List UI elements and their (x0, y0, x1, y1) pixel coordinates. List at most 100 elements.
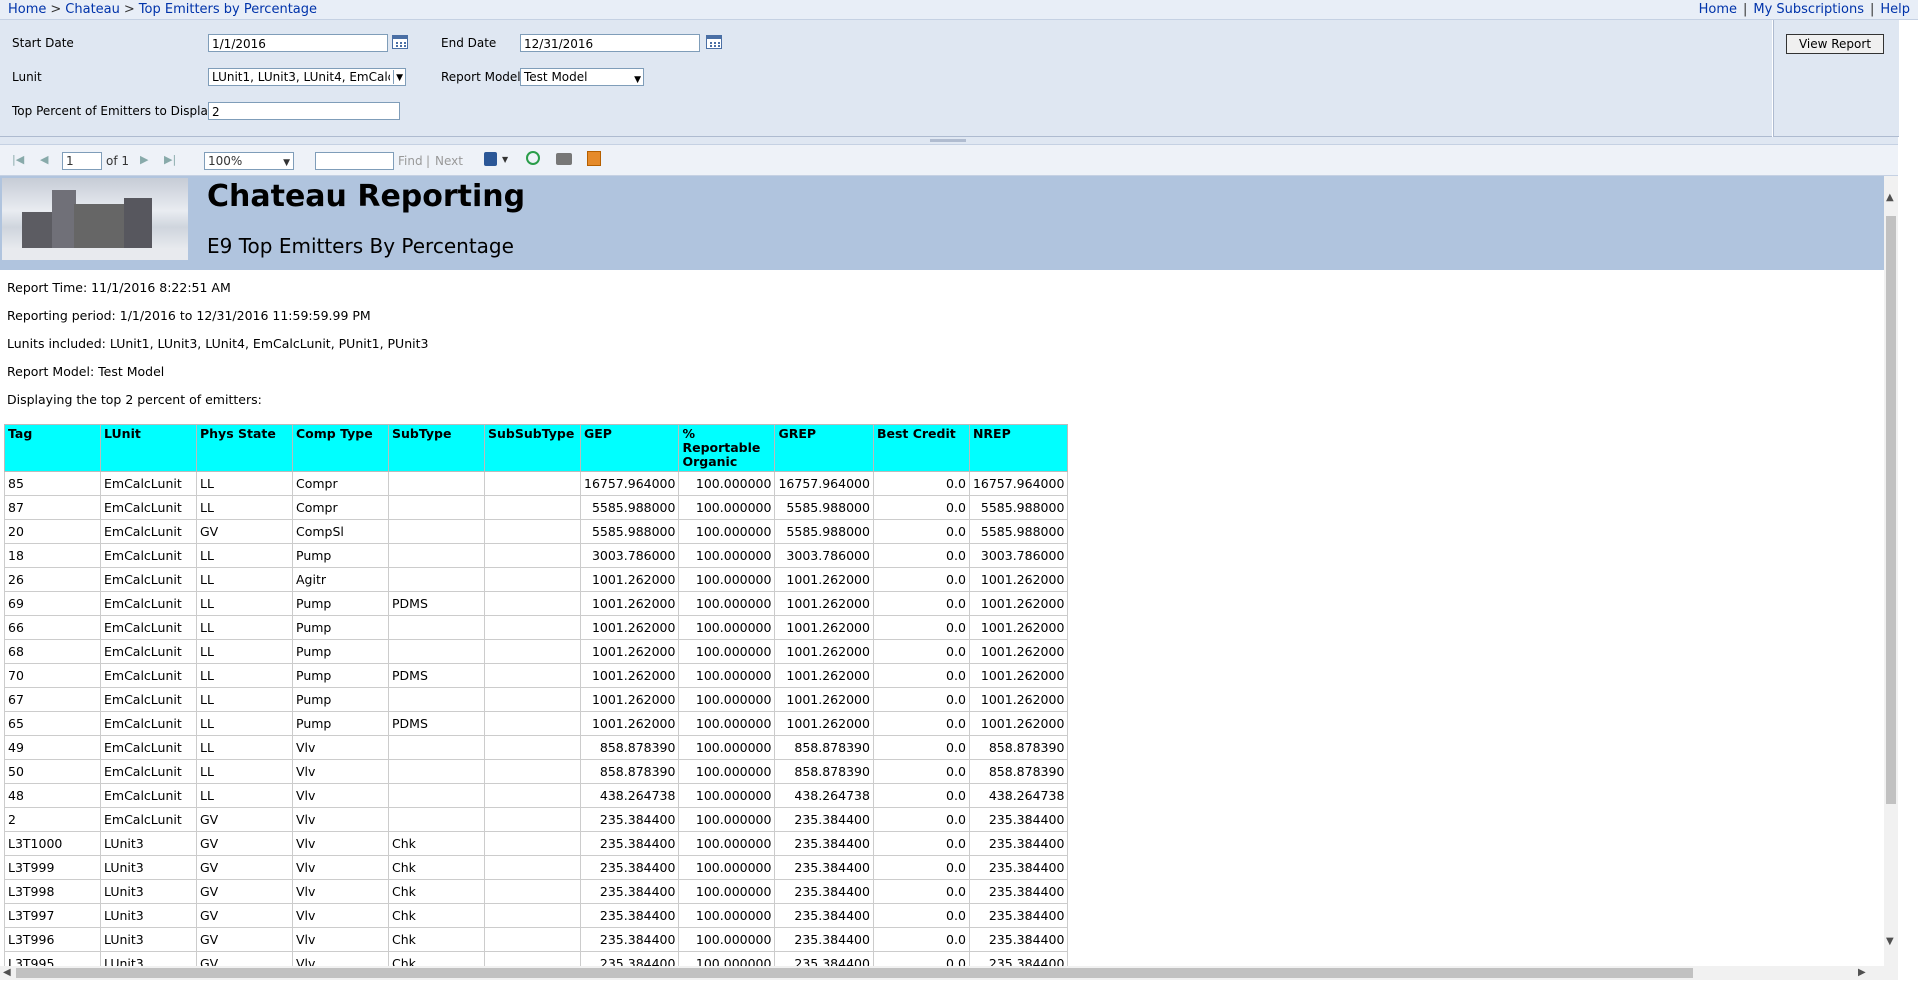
scroll-right-icon[interactable]: ▶ (1858, 967, 1866, 978)
table-cell: L3T996 (4, 927, 101, 952)
view-report-button[interactable]: View Report (1786, 34, 1884, 54)
scroll-left-icon[interactable]: ◀ (3, 967, 11, 978)
scroll-up-icon[interactable]: ▲ (1886, 192, 1894, 203)
report-viewer: Chateau Reporting E9 Top Emitters By Per… (0, 176, 1884, 966)
page-number-input[interactable]: 1 (62, 152, 102, 170)
table-cell: 100.000000 (678, 759, 776, 784)
lunit-label: Lunit (12, 70, 42, 84)
table-cell (484, 591, 581, 616)
table-cell: 235.384400 (579, 927, 680, 952)
table-cell: GV (196, 855, 293, 880)
table-cell: GV (196, 831, 293, 856)
top-percent-input[interactable]: 2 (208, 102, 400, 120)
report-model-select[interactable]: Test Model ▼ (520, 68, 644, 86)
splitter-grip[interactable] (930, 139, 966, 142)
table-cell: 235.384400 (579, 855, 680, 880)
table-cell: LL (196, 471, 293, 496)
table-cell: 100.000000 (678, 495, 776, 520)
table-body: 85 EmCalcLunit LL Compr 16757.964000 100.0000… (4, 471, 1069, 966)
start-date-input[interactable]: 1/1/2016 (208, 34, 388, 52)
table-cell: 0.0 (872, 927, 970, 952)
table-cell: 1001.262000 (579, 567, 680, 592)
table-cell: 2 (4, 807, 101, 832)
lunit-multiselect[interactable]: LUnit1, LUnit3, LUnit4, EmCalcLunit ▼ (208, 68, 406, 86)
table-cell: 0.0 (872, 711, 970, 736)
table-cell (484, 855, 581, 880)
table-row: 66 EmCalcLunit LL Pump 1001.262000 100.000000… (4, 615, 1069, 640)
find-link[interactable]: Find (398, 154, 423, 168)
table-cell: 438.264738 (968, 783, 1069, 808)
help-link[interactable]: Help (1880, 2, 1910, 17)
table-row: 18 EmCalcLunit LL Pump 3003.786000 100.000000… (4, 543, 1069, 568)
export-icon[interactable] (484, 152, 497, 166)
table-cell: L3T1000 (4, 831, 101, 856)
table-cell: 0.0 (872, 567, 970, 592)
chevron-down-icon[interactable]: ▼ (393, 70, 403, 84)
table-cell: L3T999 (4, 855, 101, 880)
column-header: Best Credit (872, 424, 970, 472)
find-input[interactable] (315, 152, 394, 170)
report-toolbar: |◀ ◀ 1 of 1 ▶ ▶| 100% ▼ Find | Next ▼ (0, 145, 1898, 176)
horizontal-scrollbar[interactable]: ◀ ▶ (0, 966, 1898, 980)
home-link[interactable]: Home (1699, 2, 1737, 17)
table-row: 26 EmCalcLunit LL Agitr 1001.262000 100.00000… (4, 567, 1069, 592)
zoom-select[interactable]: 100% ▼ (204, 152, 294, 170)
table-cell (484, 927, 581, 952)
chateau-logo-image (2, 178, 188, 260)
table-cell: 100.000000 (678, 567, 776, 592)
start-date-calendar-icon[interactable] (392, 35, 408, 49)
chevron-down-icon[interactable]: ▼ (502, 155, 508, 164)
vertical-scrollbar[interactable]: ▲ ▼ (1884, 176, 1898, 966)
end-date-label: End Date (441, 36, 497, 50)
table-cell: 100.000000 (678, 927, 776, 952)
end-date-input[interactable]: 12/31/2016 (520, 34, 700, 52)
table-cell: 0.0 (872, 759, 970, 784)
table-cell: LL (196, 591, 293, 616)
table-cell: GV (196, 951, 293, 966)
refresh-icon[interactable] (526, 151, 540, 165)
vertical-scroll-thumb[interactable] (1886, 216, 1896, 804)
next-page-icon[interactable]: ▶ (140, 153, 148, 166)
table-cell: Vlv (292, 783, 389, 808)
parameter-panel: Start Date 1/1/2016 End Date 12/31/2016 … (0, 20, 1772, 137)
table-cell: 0.0 (872, 591, 970, 616)
last-page-icon[interactable]: ▶| (164, 153, 176, 166)
column-header: NREP (968, 424, 1069, 472)
table-cell (388, 735, 485, 760)
table-cell (484, 783, 581, 808)
table-cell: CompSl (292, 519, 389, 544)
column-header: SubType (388, 424, 485, 472)
column-header: GREP (774, 424, 874, 472)
table-header-row: Tag LUnit Phys State Comp Type SubType S… (4, 424, 1069, 472)
table-cell: LUnit3 (100, 951, 197, 966)
breadcrumb-home-link[interactable]: Home (8, 2, 46, 17)
data-feed-icon[interactable] (587, 151, 601, 166)
link-separator: | (1742, 2, 1748, 17)
breadcrumb-chateau-link[interactable]: Chateau (65, 2, 120, 17)
table-cell: 100.000000 (678, 687, 776, 712)
my-subscriptions-link[interactable]: My Subscriptions (1753, 2, 1864, 17)
scroll-down-icon[interactable]: ▼ (1886, 936, 1894, 947)
report-subtitle: E9 Top Emitters By Percentage (207, 234, 514, 258)
report-model-value: Test Model (524, 70, 588, 84)
table-cell: L3T995 (4, 951, 101, 966)
horizontal-scroll-thumb[interactable] (16, 968, 1693, 978)
next-link[interactable]: Next (435, 154, 463, 168)
end-date-calendar-icon[interactable] (706, 35, 722, 49)
table-cell: Vlv (292, 927, 389, 952)
table-cell: LL (196, 687, 293, 712)
table-cell: 16757.964000 (968, 471, 1069, 496)
table-cell: 235.384400 (774, 951, 874, 966)
table-cell: EmCalcLunit (100, 615, 197, 640)
chevron-down-icon: ▼ (634, 75, 641, 85)
table-cell: LL (196, 615, 293, 640)
table-cell: LL (196, 495, 293, 520)
first-page-icon[interactable]: |◀ (12, 153, 24, 166)
previous-page-icon[interactable]: ◀ (40, 153, 48, 166)
table-cell: 0.0 (872, 855, 970, 880)
table-row: L3T998 LUnit3 GV Vlv Chk 235.384400 100.000000… (4, 879, 1069, 904)
panel-splitter[interactable] (0, 137, 1898, 145)
table-cell: Vlv (292, 831, 389, 856)
table-cell: Chk (388, 951, 485, 966)
print-icon[interactable] (556, 153, 572, 165)
